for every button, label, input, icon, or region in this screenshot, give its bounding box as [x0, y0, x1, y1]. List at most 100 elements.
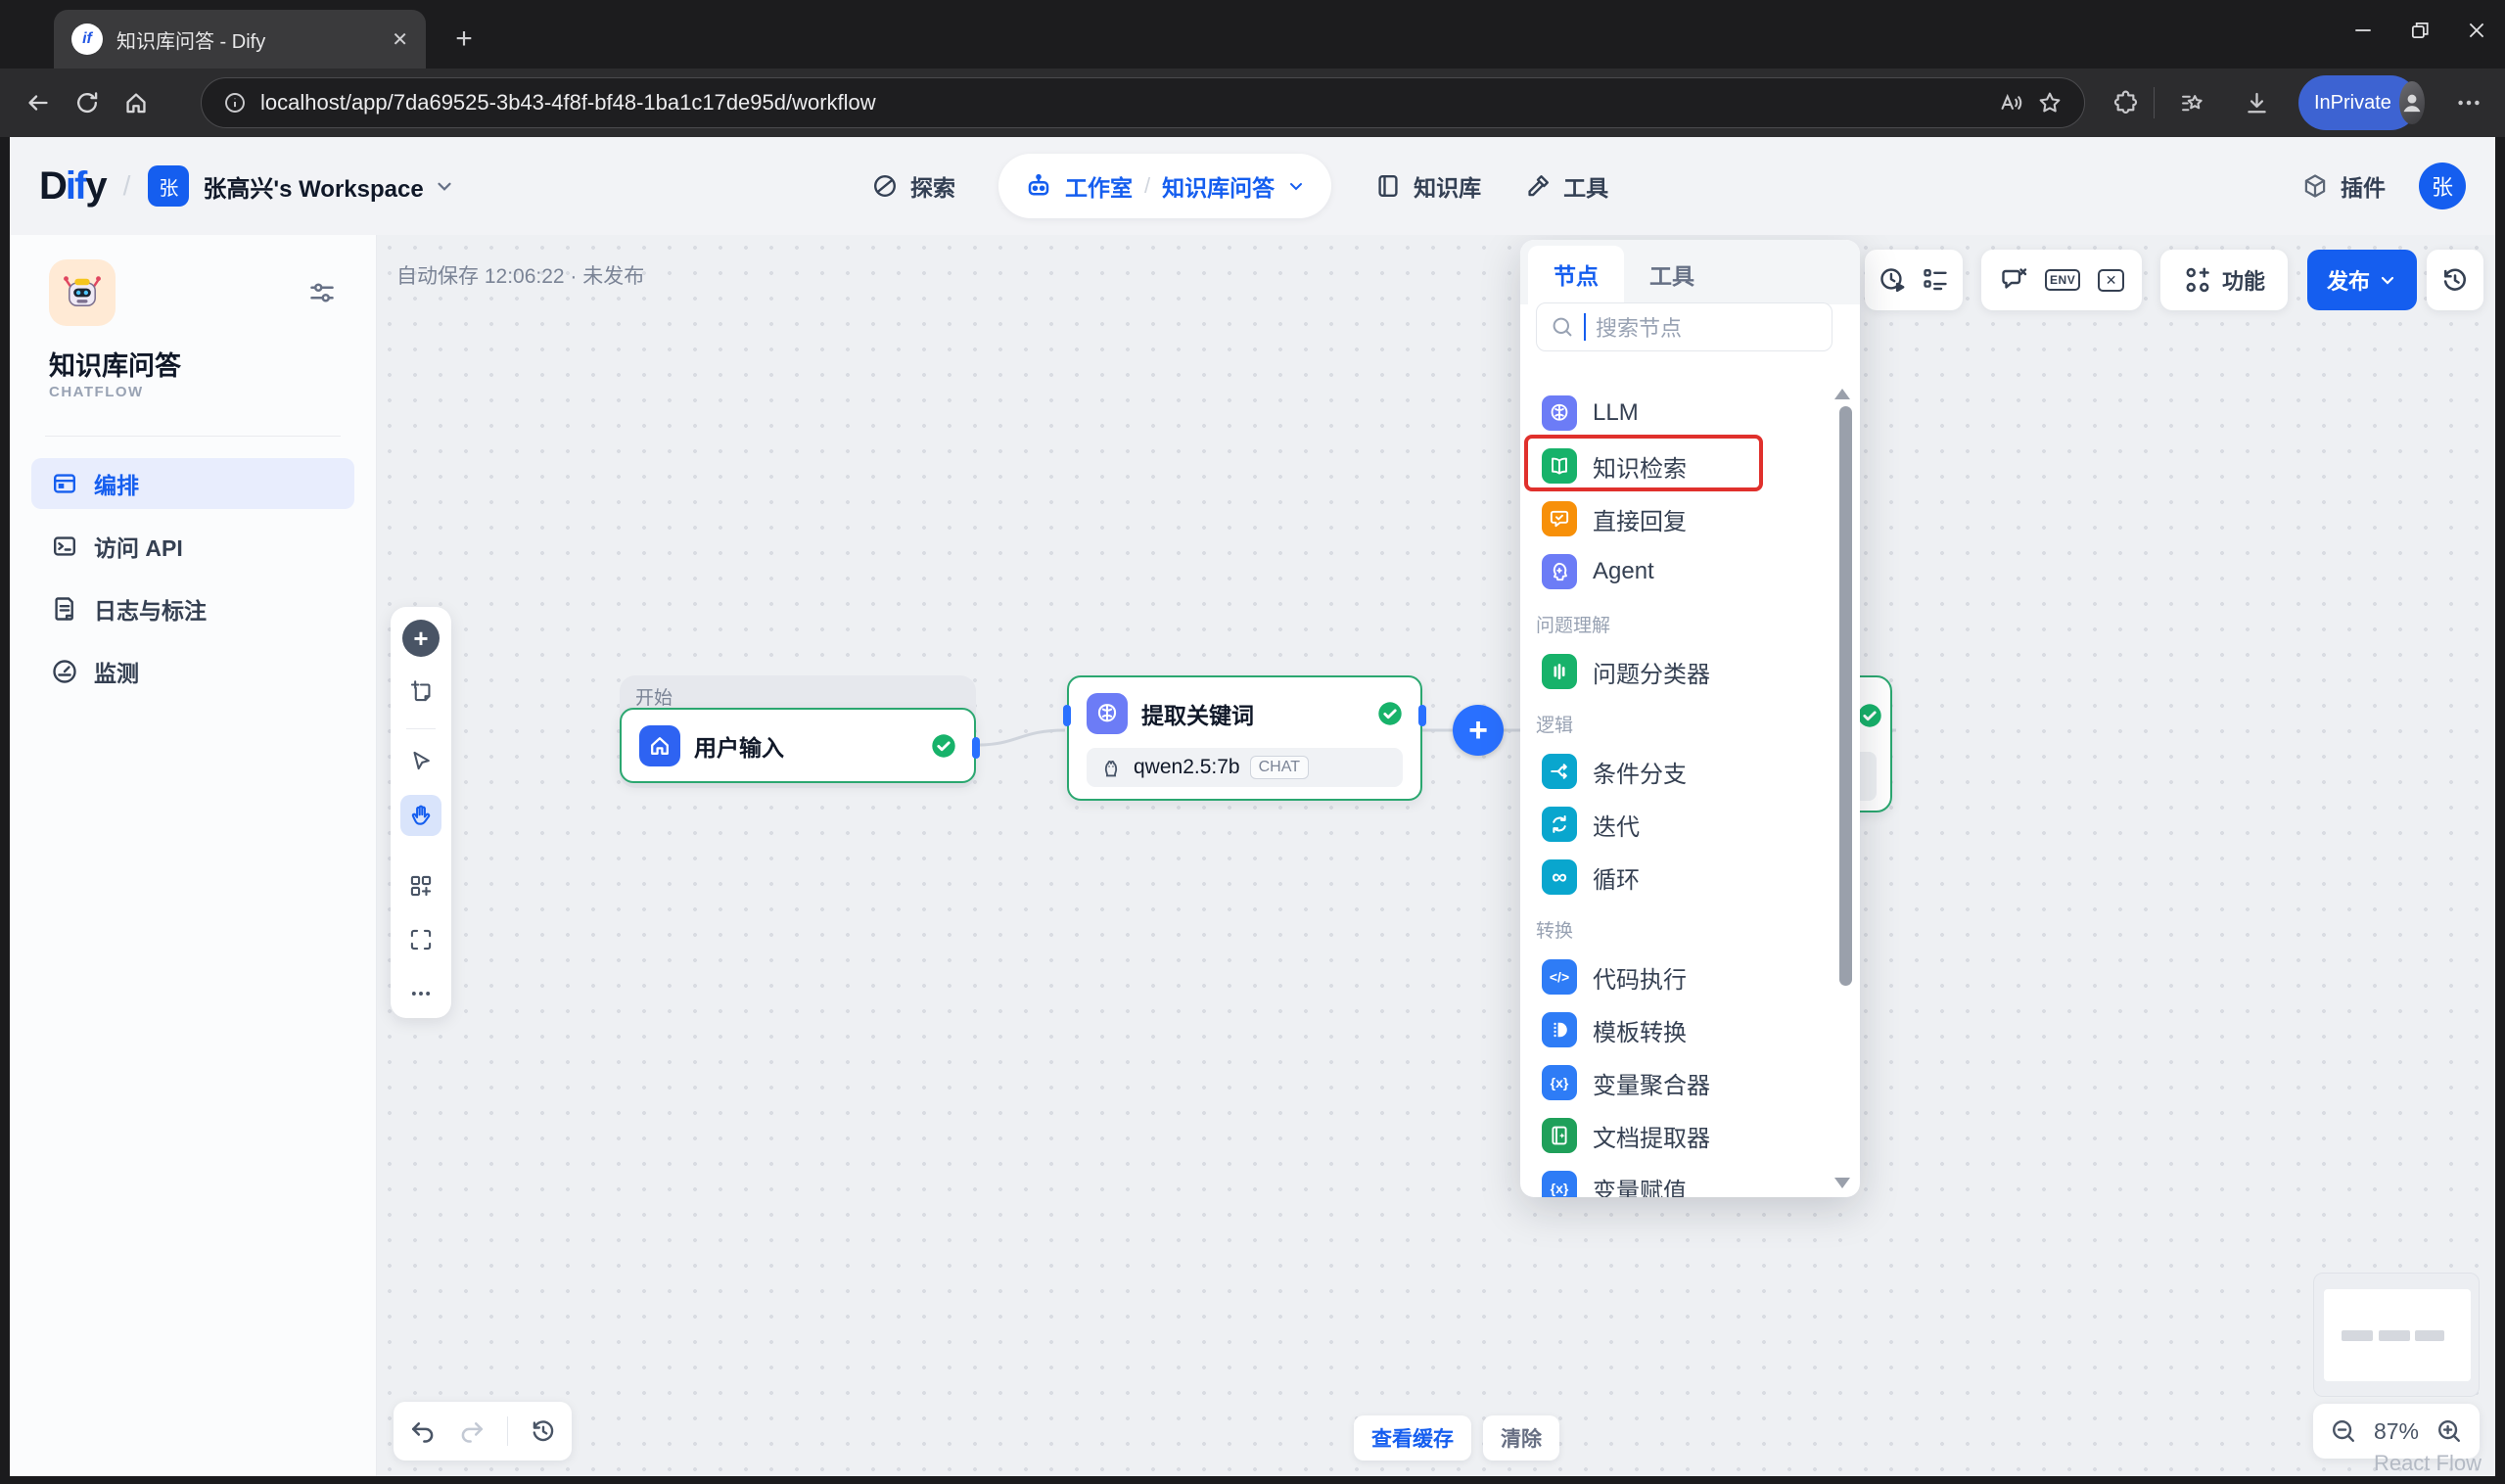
plugins-button[interactable]: 插件: [2301, 169, 2386, 203]
app-robot-icon[interactable]: [49, 259, 116, 326]
new-tab-button[interactable]: +: [442, 18, 486, 61]
model-selector[interactable]: qwen2.5:7b CHAT: [1087, 748, 1403, 787]
tab-nodes[interactable]: 节点: [1528, 246, 1624, 304]
node-item-code[interactable]: </> 代码执行: [1536, 951, 1827, 1003]
tab-close-icon[interactable]: ✕: [392, 27, 408, 52]
browser-tab[interactable]: if 知识库问答 - Dify ✕: [54, 10, 426, 69]
zoom-level[interactable]: 87%: [2374, 1418, 2419, 1445]
run-history-icon[interactable]: [1878, 265, 1907, 295]
hand-mode-icon[interactable]: [400, 795, 441, 836]
node-item-loop[interactable]: ∞ 循环: [1536, 851, 1827, 904]
node-search-input[interactable]: 搜索节点: [1536, 302, 1832, 351]
favorites-bar-icon[interactable]: [2179, 90, 2205, 116]
orchestrate-icon: [51, 470, 78, 497]
zoom-out-icon[interactable]: [2330, 1417, 2357, 1445]
user-avatar[interactable]: 张: [2419, 162, 2466, 209]
nav-knowledge[interactable]: 知识库: [1374, 169, 1481, 203]
sidebar-item-api[interactable]: 访问 API: [31, 521, 354, 572]
read-aloud-icon[interactable]: [1998, 90, 2023, 116]
node-item-variable-aggregator[interactable]: {x} 变量聚合器: [1536, 1056, 1827, 1109]
section-logic: 逻辑: [1536, 698, 1827, 745]
node-item-llm[interactable]: LLM: [1536, 387, 1827, 440]
version-history-icon: [2440, 265, 2470, 295]
inprivate-badge[interactable]: InPrivate: [2298, 75, 2418, 130]
explore-icon: [871, 172, 899, 200]
home-icon[interactable]: [112, 78, 161, 127]
node-item-template[interactable]: 模板转换: [1536, 1003, 1827, 1056]
extensions-icon[interactable]: [2112, 90, 2139, 116]
more-options-icon[interactable]: [408, 981, 434, 1006]
window-restore-button[interactable]: [2391, 0, 2448, 61]
favorite-star-icon[interactable]: [2037, 90, 2063, 116]
history-controls: [394, 1402, 572, 1461]
target-handle[interactable]: [1063, 705, 1071, 726]
pointer-mode-icon[interactable]: [408, 749, 434, 774]
clear-cache-button[interactable]: 清除: [1483, 1415, 1559, 1461]
node-extract-keywords[interactable]: 提取关键词 qwen2.5:7b CHAT: [1067, 675, 1422, 801]
nav-explore[interactable]: 探索: [871, 169, 955, 203]
minimap[interactable]: [2313, 1273, 2480, 1397]
tab-title: 知识库问答 - Dify: [116, 25, 378, 54]
node-item-answer[interactable]: 直接回复: [1536, 492, 1827, 545]
organize-blocks-icon[interactable]: [408, 873, 434, 899]
refresh-icon[interactable]: [63, 78, 112, 127]
sidebar-item-orchestrate[interactable]: 编排: [31, 458, 354, 509]
browser-tabstrip: if 知识库问答 - Dify ✕ +: [0, 0, 2505, 69]
nav-tools[interactable]: 工具: [1524, 169, 1608, 203]
features-button[interactable]: 功能: [2160, 250, 2288, 310]
browser-menu-icon[interactable]: [2455, 89, 2482, 116]
change-history-icon[interactable]: [530, 1417, 557, 1445]
checklist-icon[interactable]: [1921, 265, 1950, 295]
window-minimize-button[interactable]: [2335, 0, 2391, 61]
environment-variables-icon[interactable]: ENV: [2045, 269, 2080, 291]
node-item-variable-assigner[interactable]: {x} 变量赋值: [1536, 1162, 1827, 1197]
text-cursor: [1584, 313, 1586, 341]
scroll-up-icon[interactable]: [1834, 389, 1850, 399]
node-item-if-else[interactable]: 条件分支: [1536, 745, 1827, 798]
app-mode-label: CHATFLOW: [49, 384, 144, 400]
tab-tools[interactable]: 工具: [1624, 246, 1720, 304]
scroll-down-icon[interactable]: [1834, 1178, 1850, 1188]
redo-icon[interactable]: [458, 1417, 486, 1445]
source-handle[interactable]: [1418, 705, 1426, 726]
url-text[interactable]: localhost/app/7da69525-3b43-4f8f-bf48-1b…: [260, 90, 1984, 116]
view-cache-button[interactable]: 查看缓存: [1354, 1415, 1471, 1461]
nav-studio-pill[interactable]: 工作室 / 知识库问答: [998, 154, 1331, 218]
version-history-button[interactable]: [2427, 250, 2483, 310]
url-bar[interactable]: localhost/app/7da69525-3b43-4f8f-bf48-1b…: [201, 77, 2085, 128]
conversation-variables-icon[interactable]: [1999, 265, 2028, 295]
panel-scrollbar[interactable]: [1839, 406, 1852, 986]
back-icon[interactable]: [14, 78, 63, 127]
add-block-button[interactable]: +: [402, 620, 440, 657]
workspace-name[interactable]: 张高兴's Workspace: [203, 169, 423, 204]
minimap-viewport: [2324, 1289, 2471, 1381]
add-note-icon[interactable]: [408, 678, 434, 704]
sidebar-item-monitoring[interactable]: 监测: [31, 646, 354, 697]
nav-current-app[interactable]: 知识库问答: [1162, 169, 1275, 203]
site-info-icon[interactable]: [223, 91, 247, 115]
node-item-question-classifier[interactable]: 问题分类器: [1536, 645, 1827, 698]
fit-view-icon[interactable]: [408, 927, 434, 952]
dify-favicon: if: [71, 23, 103, 55]
variable-inspector-icon[interactable]: ✕: [2098, 269, 2125, 292]
sidebar-item-logs[interactable]: 日志与标注: [31, 583, 354, 634]
source-handle[interactable]: [972, 737, 980, 759]
node-item-iteration[interactable]: 迭代: [1536, 798, 1827, 851]
add-node-on-edge-button[interactable]: +: [1453, 705, 1504, 756]
node-user-input[interactable]: 用户输入: [620, 708, 976, 783]
nav-studio[interactable]: 工作室: [1065, 169, 1133, 203]
minimap-node: [2415, 1330, 2444, 1341]
window-close-button[interactable]: [2448, 0, 2505, 61]
dify-logo[interactable]: Dify: [39, 164, 106, 209]
node-item-doc-extractor[interactable]: 文档提取器: [1536, 1109, 1827, 1162]
app-settings-icon[interactable]: [307, 278, 337, 307]
publish-button[interactable]: 发布: [2307, 250, 2417, 310]
workspace-badge[interactable]: 张: [148, 165, 189, 207]
downloads-icon[interactable]: [2244, 90, 2270, 116]
undo-icon[interactable]: [409, 1417, 437, 1445]
reactflow-attribution[interactable]: React Flow: [2374, 1451, 2482, 1476]
header-right: 插件 张: [2301, 137, 2466, 235]
workflow-canvas[interactable]: 自动保存 12:06:22 · 未发布 开始 用户输入: [377, 235, 2495, 1476]
zoom-in-icon[interactable]: [2435, 1417, 2463, 1445]
node-item-agent[interactable]: Agent: [1536, 545, 1827, 598]
